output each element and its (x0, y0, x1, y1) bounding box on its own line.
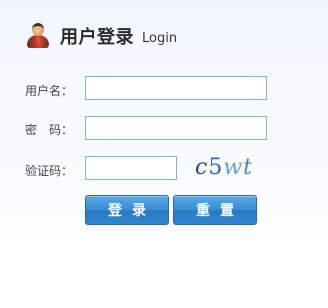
login-title: 用户登录 (60, 27, 134, 48)
username-input[interactable] (85, 76, 267, 100)
password-label: 密 码： (25, 123, 74, 137)
captcha-label: 验证码： (25, 164, 74, 178)
captcha-input[interactable] (85, 156, 177, 180)
username-label: 用户名： (25, 84, 74, 98)
reset-button[interactable]: 重置 (173, 195, 257, 225)
login-header: 用户登录 Login (26, 22, 177, 50)
captcha-image[interactable]: c5wt (191, 153, 257, 181)
user-icon (26, 23, 50, 49)
login-button[interactable]: 登录 (85, 195, 169, 225)
login-subtitle: Login (142, 30, 178, 46)
password-input[interactable] (85, 116, 267, 140)
